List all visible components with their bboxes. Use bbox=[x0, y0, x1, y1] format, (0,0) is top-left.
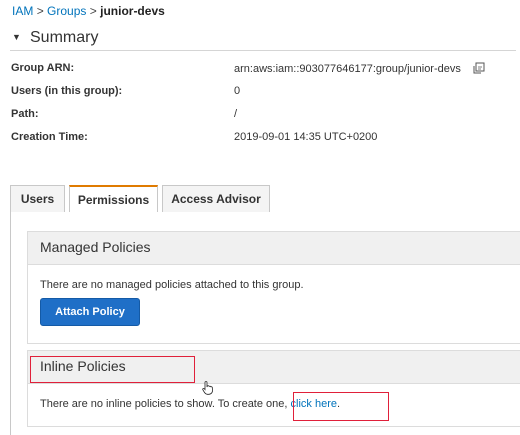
users-count-label: Users (in this group): bbox=[11, 85, 123, 97]
click-here-annotation-box bbox=[293, 392, 389, 421]
breadcrumb-separator: > bbox=[36, 4, 44, 18]
managed-policies-header: Managed Policies bbox=[28, 232, 520, 265]
managed-policies-title: Managed Policies bbox=[40, 239, 151, 255]
summary-section-toggle[interactable]: ▼ Summary bbox=[10, 28, 516, 51]
copy-icon[interactable] bbox=[472, 62, 485, 77]
inline-policies-empty-message: There are no inline policies to show. To… bbox=[40, 398, 288, 410]
attach-policy-button[interactable]: Attach Policy bbox=[40, 298, 140, 326]
caret-down-icon: ▼ bbox=[12, 32, 21, 42]
breadcrumb-iam-link[interactable]: IAM bbox=[12, 4, 33, 18]
managed-policies-empty-message: There are no managed policies attached t… bbox=[40, 279, 304, 291]
inline-policies-annotation-box bbox=[30, 356, 195, 383]
group-arn-label: Group ARN: bbox=[11, 62, 75, 74]
breadcrumb: IAM > Groups > junior-devs bbox=[12, 4, 165, 18]
users-count-value: 0 bbox=[234, 85, 241, 97]
creation-time-value: 2019-09-01 14:35 UTC+0200 bbox=[234, 131, 378, 143]
breadcrumb-current: junior-devs bbox=[100, 4, 165, 18]
tab-strip: Users Permissions Access Advisor bbox=[10, 185, 520, 213]
path-value: / bbox=[234, 108, 238, 120]
creation-time-label: Creation Time: bbox=[11, 131, 88, 143]
path-label: Path: bbox=[11, 108, 39, 120]
group-arn-value-row: arn:aws:iam::903077646177:group/junior-d… bbox=[234, 62, 485, 77]
group-arn-value: arn:aws:iam::903077646177:group/junior-d… bbox=[234, 63, 461, 75]
breadcrumb-separator: > bbox=[89, 4, 97, 18]
managed-policies-section: Managed Policies There are no managed po… bbox=[27, 231, 520, 344]
tab-users[interactable]: Users bbox=[10, 185, 65, 212]
breadcrumb-groups-link[interactable]: Groups bbox=[47, 4, 86, 18]
tab-access-advisor[interactable]: Access Advisor bbox=[162, 185, 270, 212]
summary-title: Summary bbox=[30, 29, 99, 46]
tab-permissions[interactable]: Permissions bbox=[69, 185, 158, 213]
hand-pointer-cursor-icon bbox=[202, 381, 214, 395]
permissions-tab-panel: Managed Policies There are no managed po… bbox=[10, 212, 520, 435]
